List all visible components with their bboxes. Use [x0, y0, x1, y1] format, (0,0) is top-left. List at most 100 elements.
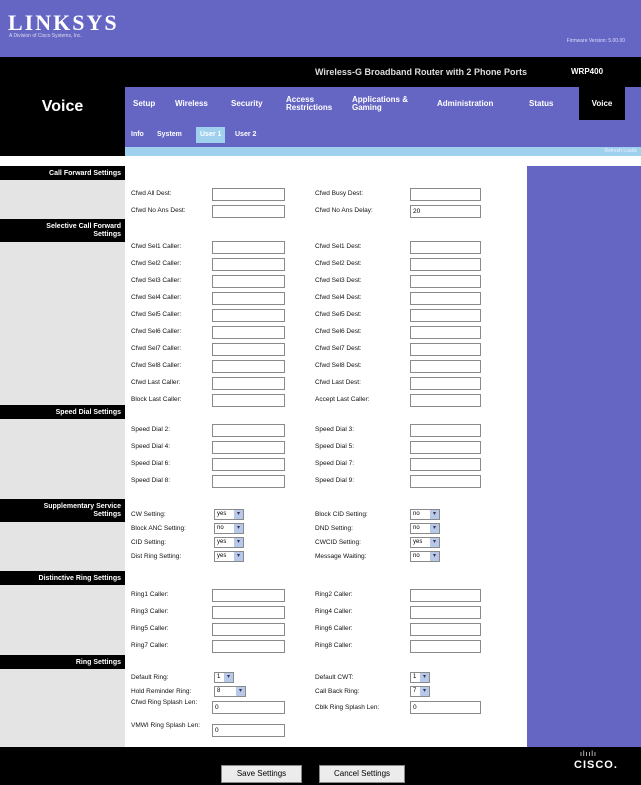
- tab-access-restrictions[interactable]: Access Restrictions: [280, 87, 342, 120]
- cfwd-all-dest-field[interactable]: [212, 188, 285, 201]
- tab-setup[interactable]: Setup: [127, 87, 161, 120]
- ring1-caller-field[interactable]: [212, 589, 285, 602]
- tab-administration[interactable]: Administration: [431, 87, 499, 120]
- vmwi-ring-splash-field[interactable]: 0: [212, 724, 285, 737]
- cisco-bars-icon: ılıılı: [580, 751, 597, 758]
- cid-setting-select[interactable]: yes ▾: [214, 537, 244, 548]
- speed-dial-7-label: Speed Dial 7:: [315, 460, 355, 467]
- sel4-dest-field[interactable]: [410, 292, 481, 305]
- ring4-caller-field[interactable]: [410, 606, 481, 619]
- cblk-ring-splash-field[interactable]: 0: [410, 701, 481, 714]
- cfwd-no-ans-delay-field[interactable]: 20: [410, 205, 481, 218]
- chevron-down-icon: ▾: [420, 673, 429, 682]
- subtab-user2[interactable]: User 2: [231, 127, 260, 143]
- accept-last-caller-field[interactable]: [410, 394, 481, 407]
- chevron-down-icon: ▾: [234, 552, 243, 561]
- last-caller-field[interactable]: [212, 377, 285, 390]
- section-distinctive-ring: Distinctive Ring Settings: [0, 571, 125, 585]
- sel2-caller-label: Cfwd Sel2 Caller:: [131, 260, 182, 267]
- sel7-caller-field[interactable]: [212, 343, 285, 356]
- speed-dial-3-field[interactable]: [410, 424, 481, 437]
- sel2-caller-field[interactable]: [212, 258, 285, 271]
- sel7-caller-label: Cfwd Sel7 Caller:: [131, 345, 182, 352]
- sel4-caller-field[interactable]: [212, 292, 285, 305]
- block-last-caller-field[interactable]: [212, 394, 285, 407]
- save-settings-button[interactable]: Save Settings: [221, 765, 302, 783]
- ring7-caller-field[interactable]: [212, 640, 285, 653]
- cfwd-no-ans-dest-label: Cfwd No Ans Dest:: [131, 207, 186, 214]
- sel6-caller-field[interactable]: [212, 326, 285, 339]
- speed-dial-3-label: Speed Dial 3:: [315, 426, 355, 433]
- tab-wireless[interactable]: Wireless: [169, 87, 214, 120]
- cancel-settings-button[interactable]: Cancel Settings: [319, 765, 405, 783]
- dnd-setting-select[interactable]: no ▾: [410, 523, 440, 534]
- sel8-caller-label: Cfwd Sel8 Caller:: [131, 362, 182, 369]
- hold-reminder-ring-select[interactable]: 8 ▾: [214, 686, 246, 697]
- ring4-caller-label: Ring4 Caller:: [315, 608, 353, 615]
- sel5-dest-label: Cfwd Sel5 Dest:: [315, 311, 362, 318]
- dist-ring-setting-select[interactable]: yes ▾: [214, 551, 244, 562]
- chevron-down-icon: ▾: [224, 673, 233, 682]
- chevron-down-icon: ▾: [430, 524, 439, 533]
- sel3-caller-field[interactable]: [212, 275, 285, 288]
- default-ring-select[interactable]: 1 ▾: [214, 672, 234, 683]
- main-tabs: Setup Wireless Security Access Restricti…: [125, 87, 641, 120]
- cw-setting-label: CW Setting:: [131, 511, 166, 518]
- tab-applications-gaming[interactable]: Applications & Gaming: [346, 87, 421, 120]
- section-selective-call-forward: Selective Call Forward Settings: [0, 219, 125, 242]
- subtab-system[interactable]: System: [153, 127, 186, 143]
- sel1-caller-label: Cfwd Sel1 Caller:: [131, 243, 182, 250]
- default-cwt-select[interactable]: 1 ▾: [410, 672, 430, 683]
- sel2-dest-field[interactable]: [410, 258, 481, 271]
- speed-dial-9-field[interactable]: [410, 475, 481, 488]
- cfwd-no-ans-dest-field[interactable]: [212, 205, 285, 218]
- block-cid-setting-select[interactable]: no ▾: [410, 509, 440, 520]
- speed-dial-5-field[interactable]: [410, 441, 481, 454]
- ring5-caller-field[interactable]: [212, 623, 285, 636]
- sel5-caller-field[interactable]: [212, 309, 285, 322]
- tab-status[interactable]: Status: [523, 87, 559, 120]
- cfwd-ring-splash-field[interactable]: 0: [212, 701, 285, 714]
- default-cwt-label: Default CWT:: [315, 674, 354, 681]
- cw-setting-select[interactable]: yes ▾: [214, 509, 244, 520]
- section-call-forward: Call Forward Settings: [0, 166, 125, 180]
- sel5-dest-field[interactable]: [410, 309, 481, 322]
- sel3-dest-field[interactable]: [410, 275, 481, 288]
- speed-dial-8-field[interactable]: [212, 475, 285, 488]
- sel7-dest-field[interactable]: [410, 343, 481, 356]
- ring6-caller-field[interactable]: [410, 623, 481, 636]
- chevron-down-icon: ▾: [430, 552, 439, 561]
- tab-security[interactable]: Security: [225, 87, 269, 120]
- call-back-ring-select[interactable]: 7 ▾: [410, 686, 430, 697]
- last-dest-field[interactable]: [410, 377, 481, 390]
- cwcid-setting-select[interactable]: yes ▾: [410, 537, 440, 548]
- cblk-ring-splash-label: Cblk Ring Splash Len:: [315, 704, 380, 711]
- speed-dial-4-field[interactable]: [212, 441, 285, 454]
- speed-dial-6-field[interactable]: [212, 458, 285, 471]
- cfwd-busy-dest-field[interactable]: [410, 188, 481, 201]
- subtab-user1[interactable]: User 1: [196, 127, 226, 143]
- ring2-caller-field[interactable]: [410, 589, 481, 602]
- divider: [0, 156, 641, 166]
- subtab-info[interactable]: Info: [127, 127, 148, 143]
- sel1-caller-field[interactable]: [212, 241, 285, 254]
- message-waiting-select[interactable]: no ▾: [410, 551, 440, 562]
- sel8-dest-field[interactable]: [410, 360, 481, 373]
- sel6-dest-field[interactable]: [410, 326, 481, 339]
- sel1-dest-field[interactable]: [410, 241, 481, 254]
- speed-dial-7-field[interactable]: [410, 458, 481, 471]
- sub-tabs: Info System User 1 User 2 Refresh Loads: [125, 120, 641, 156]
- call-back-ring-label: Call Back Ring:: [315, 688, 360, 695]
- help-link[interactable]: Refresh Loads: [604, 148, 637, 154]
- product-bar: Wireless-G Broadband Router with 2 Phone…: [125, 57, 641, 87]
- default-ring-label: Default Ring:: [131, 674, 169, 681]
- ring3-caller-field[interactable]: [212, 606, 285, 619]
- block-anc-setting-select[interactable]: no ▾: [214, 523, 244, 534]
- sel5-caller-label: Cfwd Sel5 Caller:: [131, 311, 182, 318]
- section-supplementary: Supplementary Service Settings: [0, 499, 125, 522]
- block-cid-setting-label: Block CID Setting:: [315, 511, 368, 518]
- tab-voice[interactable]: Voice: [579, 87, 625, 120]
- sel8-caller-field[interactable]: [212, 360, 285, 373]
- speed-dial-2-field[interactable]: [212, 424, 285, 437]
- ring8-caller-field[interactable]: [410, 640, 481, 653]
